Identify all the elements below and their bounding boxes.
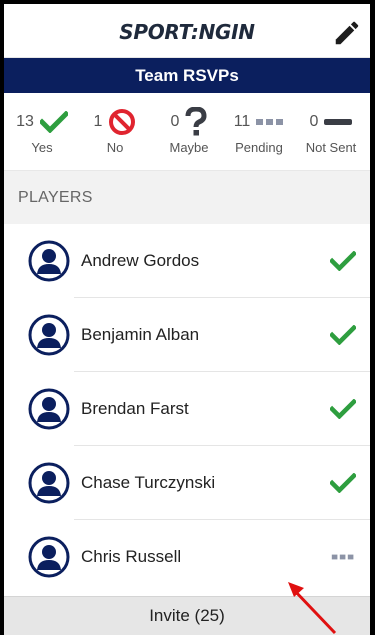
yes-label: Yes <box>31 140 53 155</box>
no-label: No <box>106 140 124 155</box>
maybe-label: Maybe <box>169 140 209 155</box>
no-count: 1 <box>93 113 103 130</box>
check-icon <box>330 473 356 493</box>
not-sent-count: 0 <box>309 113 319 130</box>
summary-yes[interactable]: 13 Yes <box>7 107 77 155</box>
pending-count: 11 <box>233 113 251 130</box>
player-row[interactable]: Andrew Gordos <box>4 224 370 298</box>
no-icon <box>109 109 136 135</box>
player-row[interactable]: Brendan Farst <box>4 372 370 446</box>
dots-icon <box>256 119 284 125</box>
rsvp-summary: 13 Yes 1 No 0 Maybe 11 Pending 0 Not Sen… <box>4 93 370 171</box>
player-name: Andrew Gordos <box>81 251 200 270</box>
app-header: SPORT:NGIN <box>4 4 370 58</box>
app-screen: SPORT:NGIN Team RSVPs 13 Yes 1 No 0 Mayb… <box>4 4 370 635</box>
page-title: Team RSVPs <box>4 58 370 93</box>
status-yes <box>328 470 358 496</box>
player-list: Andrew Gordos Benjamin Alban Brendan Far… <box>4 224 370 594</box>
question-icon <box>185 107 207 136</box>
avatar-icon <box>28 314 70 356</box>
summary-pending[interactable]: 11 Pending <box>224 107 294 155</box>
avatar-icon <box>28 240 70 282</box>
check-icon <box>39 111 68 133</box>
summary-not-sent[interactable]: 0 Not Sent <box>296 107 366 155</box>
pencil-icon <box>335 21 359 45</box>
player-name: Chase Turczynski <box>81 473 216 492</box>
not-sent-label: Not Sent <box>305 140 357 155</box>
avatar-icon <box>28 536 70 578</box>
dots-icon <box>331 554 354 560</box>
player-row[interactable]: Benjamin Alban <box>4 298 370 372</box>
status-pending <box>328 544 358 570</box>
avatar-icon <box>28 462 70 504</box>
player-name: Brendan Farst <box>81 399 189 418</box>
player-name: Benjamin Alban <box>81 325 200 344</box>
status-yes <box>328 396 358 422</box>
yes-count: 13 <box>16 113 34 130</box>
summary-no[interactable]: 1 No <box>80 107 150 155</box>
status-yes <box>328 322 358 348</box>
players-section-header: PLAYERS <box>4 171 370 224</box>
check-icon <box>330 325 356 345</box>
maybe-count: 0 <box>170 113 180 130</box>
summary-maybe[interactable]: 0 Maybe <box>154 107 224 155</box>
check-icon <box>330 399 356 419</box>
avatar-icon <box>28 388 70 430</box>
status-yes <box>328 248 358 274</box>
player-row[interactable]: Chase Turczynski <box>4 446 370 520</box>
player-name: Chris Russell <box>81 547 182 566</box>
pending-label: Pending <box>235 140 283 155</box>
check-icon <box>330 251 356 271</box>
sportngin-logo: SPORT:NGIN <box>119 20 255 44</box>
annotation-arrow-icon <box>288 582 337 635</box>
dash-icon <box>324 119 353 125</box>
edit-button[interactable] <box>330 16 364 50</box>
